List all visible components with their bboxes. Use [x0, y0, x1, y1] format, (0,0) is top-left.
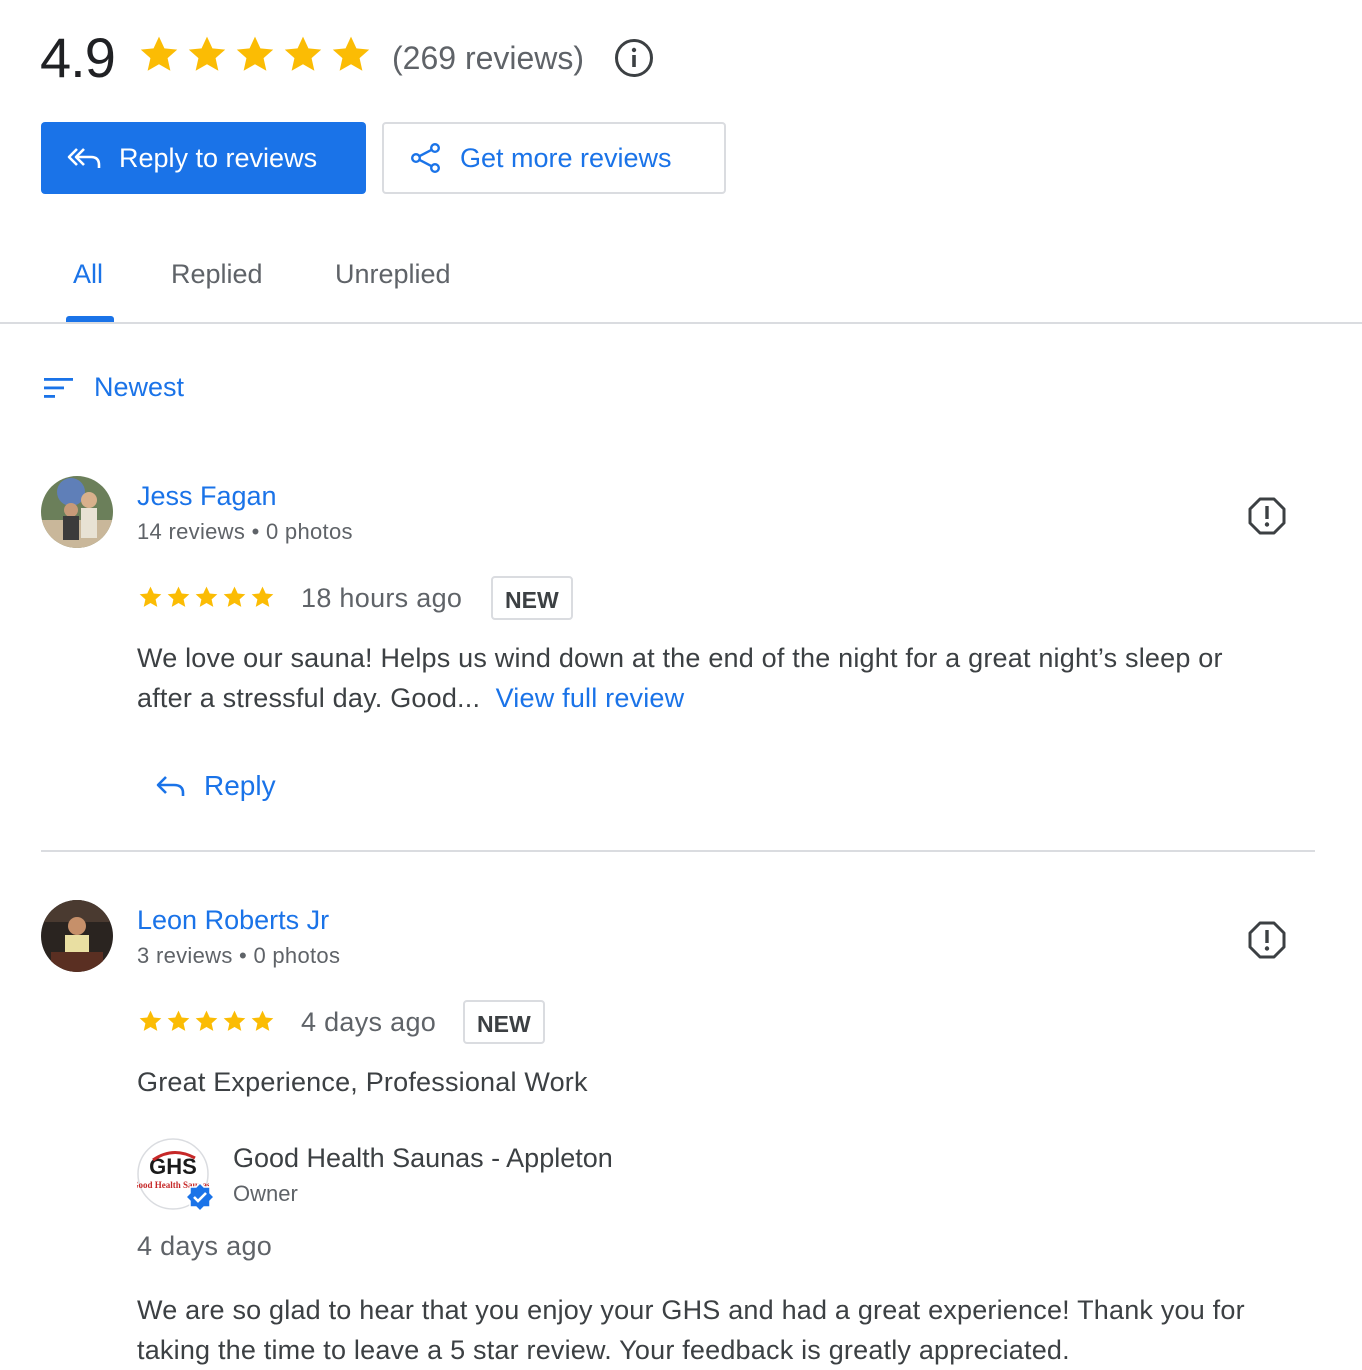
reply-label: Reply	[204, 770, 276, 801]
report-icon[interactable]	[1247, 496, 1287, 536]
owner-reply-line: taking the time to leave a 5 star review…	[137, 1335, 1070, 1365]
review-count: (269 reviews)	[392, 40, 585, 76]
star-icon	[139, 1010, 162, 1031]
star-icon	[236, 36, 274, 71]
star-icon	[332, 36, 370, 71]
star-icon	[195, 586, 218, 607]
star-icon	[251, 586, 274, 607]
reviewer-name[interactable]: Jess Fagan	[137, 479, 277, 513]
sort-icon	[44, 377, 73, 398]
star-icon	[223, 586, 246, 607]
star-icon	[284, 36, 322, 71]
avatar-photo	[41, 900, 113, 972]
star-icon	[167, 1010, 190, 1031]
star-icon	[251, 1010, 274, 1031]
review-text-line: We love our sauna! Helps us wind down at…	[137, 643, 1223, 673]
tab-unreplied[interactable]: Unreplied	[335, 254, 451, 294]
info-icon[interactable]	[614, 38, 654, 78]
owner-avatar: GHS Good Health Saunas	[131, 1138, 215, 1212]
reply-button[interactable]: Reply	[156, 770, 276, 802]
reviewer-meta: 14 reviews • 0 photos	[137, 519, 353, 544]
star-icon	[188, 36, 226, 71]
get-more-reviews-label: Get more reviews	[460, 142, 672, 173]
review-rating-stars	[138, 1009, 275, 1034]
sort-label: Newest	[94, 372, 185, 402]
review-text-line: after a stressful day. Good... View full…	[137, 678, 1317, 718]
verified-icon	[185, 1182, 215, 1212]
star-icon	[139, 586, 162, 607]
review-time: 4 days ago	[301, 1007, 437, 1037]
reply-all-icon	[67, 148, 101, 168]
tabs-divider	[0, 322, 1362, 324]
new-badge: NEW	[491, 576, 573, 620]
owner-reply-line: We are so glad to hear that you enjoy yo…	[137, 1295, 1245, 1325]
star-icon	[223, 1010, 246, 1031]
share-icon	[411, 143, 441, 174]
reply-to-reviews-label: Reply to reviews	[119, 142, 318, 173]
star-icon	[167, 586, 190, 607]
reply-icon	[156, 776, 185, 796]
rating-stars	[138, 34, 372, 76]
tab-all[interactable]: All	[73, 254, 103, 294]
review-text: Great Experience, Professional Work	[137, 1067, 588, 1097]
reply-to-reviews-button[interactable]: Reply to reviews	[41, 122, 366, 194]
average-rating: 4.9	[40, 26, 116, 89]
avatar[interactable]	[41, 476, 113, 548]
review-rating-stars	[138, 585, 275, 610]
review-text: We love our sauna! Helps us wind down at…	[137, 638, 1317, 718]
reviewer-name[interactable]: Leon Roberts Jr	[137, 903, 329, 937]
owner-role: Owner	[233, 1181, 298, 1206]
owner-name: Good Health Saunas - Appleton	[233, 1143, 613, 1173]
review-time: 18 hours ago	[301, 583, 463, 613]
get-more-reviews-button[interactable]: Get more reviews	[382, 122, 726, 194]
report-icon[interactable]	[1247, 920, 1287, 960]
star-icon	[140, 36, 178, 71]
review-divider	[41, 850, 1315, 852]
reviewer-meta: 3 reviews • 0 photos	[137, 943, 341, 968]
view-full-review-link[interactable]: View full review	[496, 683, 685, 713]
avatar-photo	[41, 476, 113, 548]
new-badge: NEW	[463, 1000, 545, 1044]
tab-replied[interactable]: Replied	[171, 254, 263, 294]
review-text-snippet: after a stressful day. Good...	[137, 683, 481, 713]
owner-reply-text: We are so glad to hear that you enjoy yo…	[137, 1290, 1337, 1370]
sort-dropdown[interactable]: Newest	[44, 372, 184, 403]
avatar[interactable]	[41, 900, 113, 972]
owner-reply-time: 4 days ago	[137, 1231, 273, 1261]
star-icon	[195, 1010, 218, 1031]
